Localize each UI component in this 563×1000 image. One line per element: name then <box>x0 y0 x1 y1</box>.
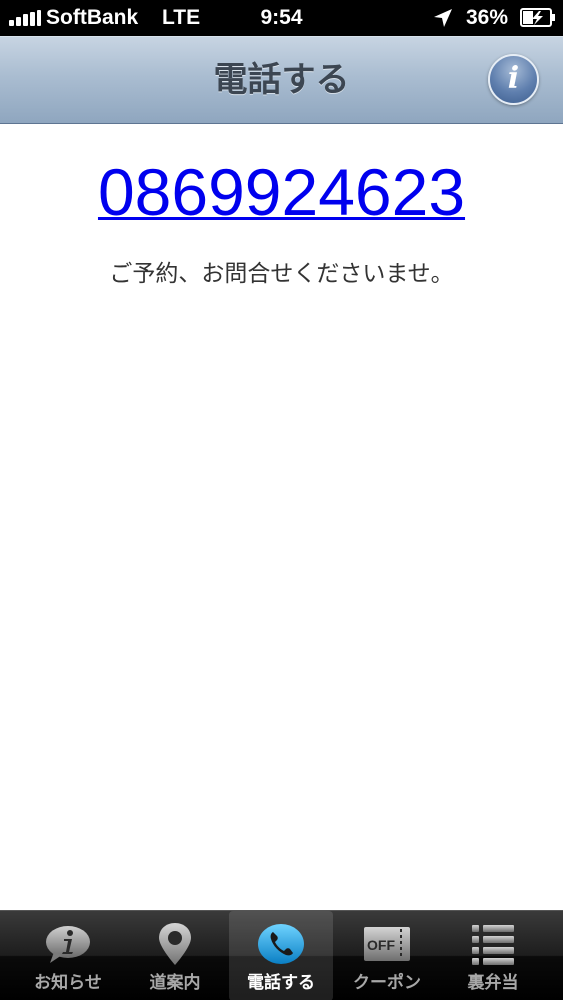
map-pin-icon <box>159 923 191 965</box>
tab-label: クーポン <box>353 973 421 993</box>
tab-label: 電話する <box>247 973 315 993</box>
tab-news[interactable]: お知らせ <box>16 911 120 1000</box>
location-arrow-icon <box>434 9 452 27</box>
phone-icon <box>258 924 304 964</box>
app-screen: SoftBank LTE 9:54 36% 電話する i 0869924623 … <box>0 0 563 1000</box>
status-bar: SoftBank LTE 9:54 36% <box>0 0 563 36</box>
tab-coupon[interactable]: OFF クーポン <box>335 911 439 1000</box>
tab-secret-bento[interactable]: 裏弁当 <box>441 911 545 1000</box>
info-button[interactable]: i <box>488 54 539 105</box>
list-icon <box>472 925 514 965</box>
page-title: 電話する <box>213 60 350 100</box>
contact-message: ご予約、お問合せくださいませ。 <box>109 261 454 287</box>
tab-call[interactable]: 電話する <box>229 911 333 1000</box>
info-icon <box>46 926 90 963</box>
tab-directions[interactable]: 道案内 <box>123 911 227 1000</box>
tab-label: 道案内 <box>149 973 201 993</box>
tab-label: 裏弁当 <box>467 973 519 993</box>
battery-charging-icon <box>520 8 555 27</box>
navigation-bar: 電話する i <box>0 36 563 124</box>
coupon-icon-text: OFF <box>367 937 395 953</box>
tab-label: お知らせ <box>34 973 102 993</box>
phone-number-link[interactable]: 0869924623 <box>0 152 563 232</box>
tab-bar: お知らせ 道案内 電話する OFF クーポン 裏弁当 <box>0 910 563 1000</box>
battery-percentage: 36% <box>466 6 509 29</box>
coupon-icon: OFF <box>364 927 410 961</box>
